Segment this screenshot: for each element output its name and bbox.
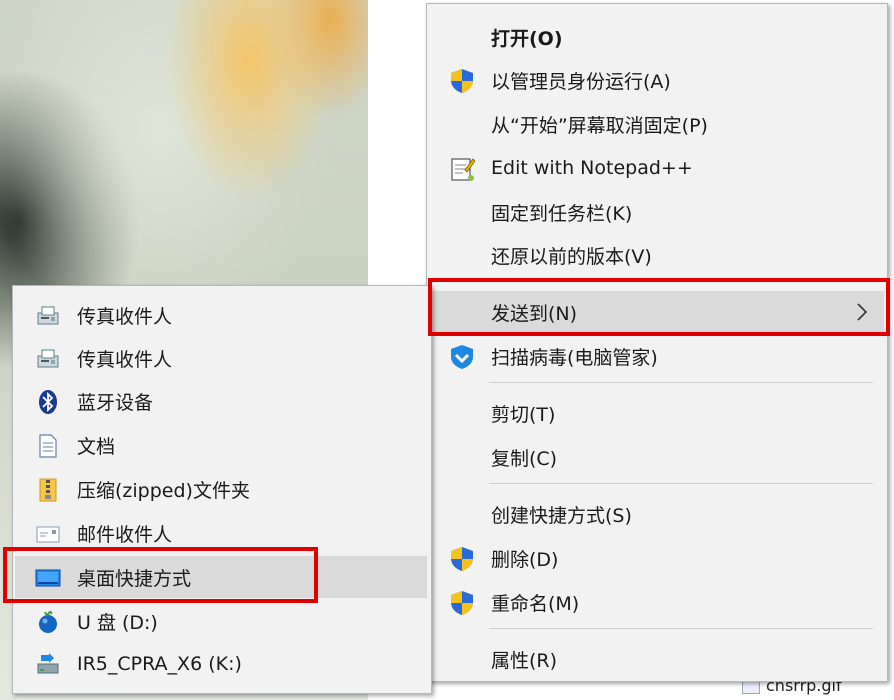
uac-shield-icon [451,591,473,615]
menu-item-scan-virus[interactable]: 扫描病毒(电脑管家) [429,335,884,377]
sendto-item-usb-drive[interactable]: U 盘 (D:) [15,600,427,642]
sendto-item-bluetooth[interactable]: 蓝牙设备 [15,380,427,422]
menu-separator [489,281,873,282]
notepad-plus-plus-icon [451,158,475,181]
menu-item-label: 文档 [77,435,116,458]
usb-drive-icon [39,610,57,633]
menu-item-open[interactable]: 打开(O) [429,16,884,58]
menu-item-label: 扫描病毒(电脑管家) [491,346,658,369]
sendto-item-desktop-shortcut[interactable]: 桌面快捷方式 [15,556,427,598]
network-drive-icon [37,653,59,674]
uac-shield-icon [451,547,473,571]
menu-item-edit-notepad[interactable]: Edit with Notepad++ [429,147,884,189]
uac-shield-icon [451,69,473,93]
menu-separator [489,628,873,629]
menu-item-label: 剪切(T) [491,403,556,426]
menu-separator [489,382,873,383]
menu-item-label: 重命名(M) [491,592,580,615]
sendto-item-documents[interactable]: 文档 [15,424,427,466]
menu-item-delete[interactable]: 删除(D) [429,537,884,579]
fax-icon [37,306,59,325]
sendto-item-mail[interactable]: 邮件收件人 [15,512,427,554]
desktop-icon [35,569,61,587]
sendto-item-zip[interactable]: 压缩(zipped)文件夹 [15,468,427,510]
send-to-submenu: 传真收件人 传真收件人 蓝牙设备 文档 压缩(zipped)文件夹 邮件收件人 … [12,285,432,694]
menu-item-unpin-start[interactable]: 从“开始”屏幕取消固定(P) [429,103,884,145]
menu-item-create-shortcut[interactable]: 创建快捷方式(S) [429,493,884,535]
menu-item-label: 删除(D) [491,548,559,571]
document-icon [39,434,57,458]
menu-item-label: 复制(C) [491,447,558,470]
menu-item-label: 发送到(N) [491,302,578,325]
menu-item-properties[interactable]: 属性(R) [429,638,884,680]
menu-item-label: 固定到任务栏(K) [491,202,633,225]
chevron-right-icon [857,303,868,321]
menu-separator [489,483,873,484]
menu-item-label: 桌面快捷方式 [77,567,192,590]
tencent-pc-manager-icon [451,345,473,369]
bluetooth-icon [39,390,57,414]
menu-item-label: 传真收件人 [77,348,173,371]
menu-item-send-to[interactable]: 发送到(N) [429,291,884,333]
menu-item-label: 打开(O) [491,27,563,50]
menu-item-label: U 盘 (D:) [77,611,158,634]
menu-item-copy[interactable]: 复制(C) [429,436,884,478]
menu-item-restore-versions[interactable]: 还原以前的版本(V) [429,234,884,276]
menu-item-label: IR5_CPRA_X6 (K:) [77,653,242,675]
menu-item-label: 邮件收件人 [77,523,173,546]
menu-item-cut[interactable]: 剪切(T) [429,392,884,434]
menu-item-label: 属性(R) [491,649,558,672]
zip-folder-icon [39,478,57,502]
menu-item-pin-taskbar[interactable]: 固定到任务栏(K) [429,191,884,233]
menu-item-label: 还原以前的版本(V) [491,245,652,268]
fax-icon [37,349,59,368]
menu-item-run-as-admin[interactable]: 以管理员身份运行(A) [429,59,884,101]
menu-item-label: 蓝牙设备 [77,391,154,414]
sendto-item-network-drive[interactable]: IR5_CPRA_X6 (K:) [15,643,427,685]
menu-item-label: 从“开始”屏幕取消固定(P) [491,114,708,137]
sendto-item-fax-2[interactable]: 传真收件人 [15,337,427,379]
mail-icon [36,526,60,543]
menu-item-label: 压缩(zipped)文件夹 [77,479,250,502]
menu-item-label: Edit with Notepad++ [491,157,693,179]
context-menu: 打开(O) 以管理员身份运行(A) 从“开始”屏幕取消固定(P) Edit wi… [426,3,888,682]
menu-item-rename[interactable]: 重命名(M) [429,581,884,623]
menu-item-label: 创建快捷方式(S) [491,504,632,527]
sendto-item-fax-1[interactable]: 传真收件人 [15,294,427,336]
menu-item-label: 以管理员身份运行(A) [491,70,671,93]
menu-item-label: 传真收件人 [77,305,173,328]
